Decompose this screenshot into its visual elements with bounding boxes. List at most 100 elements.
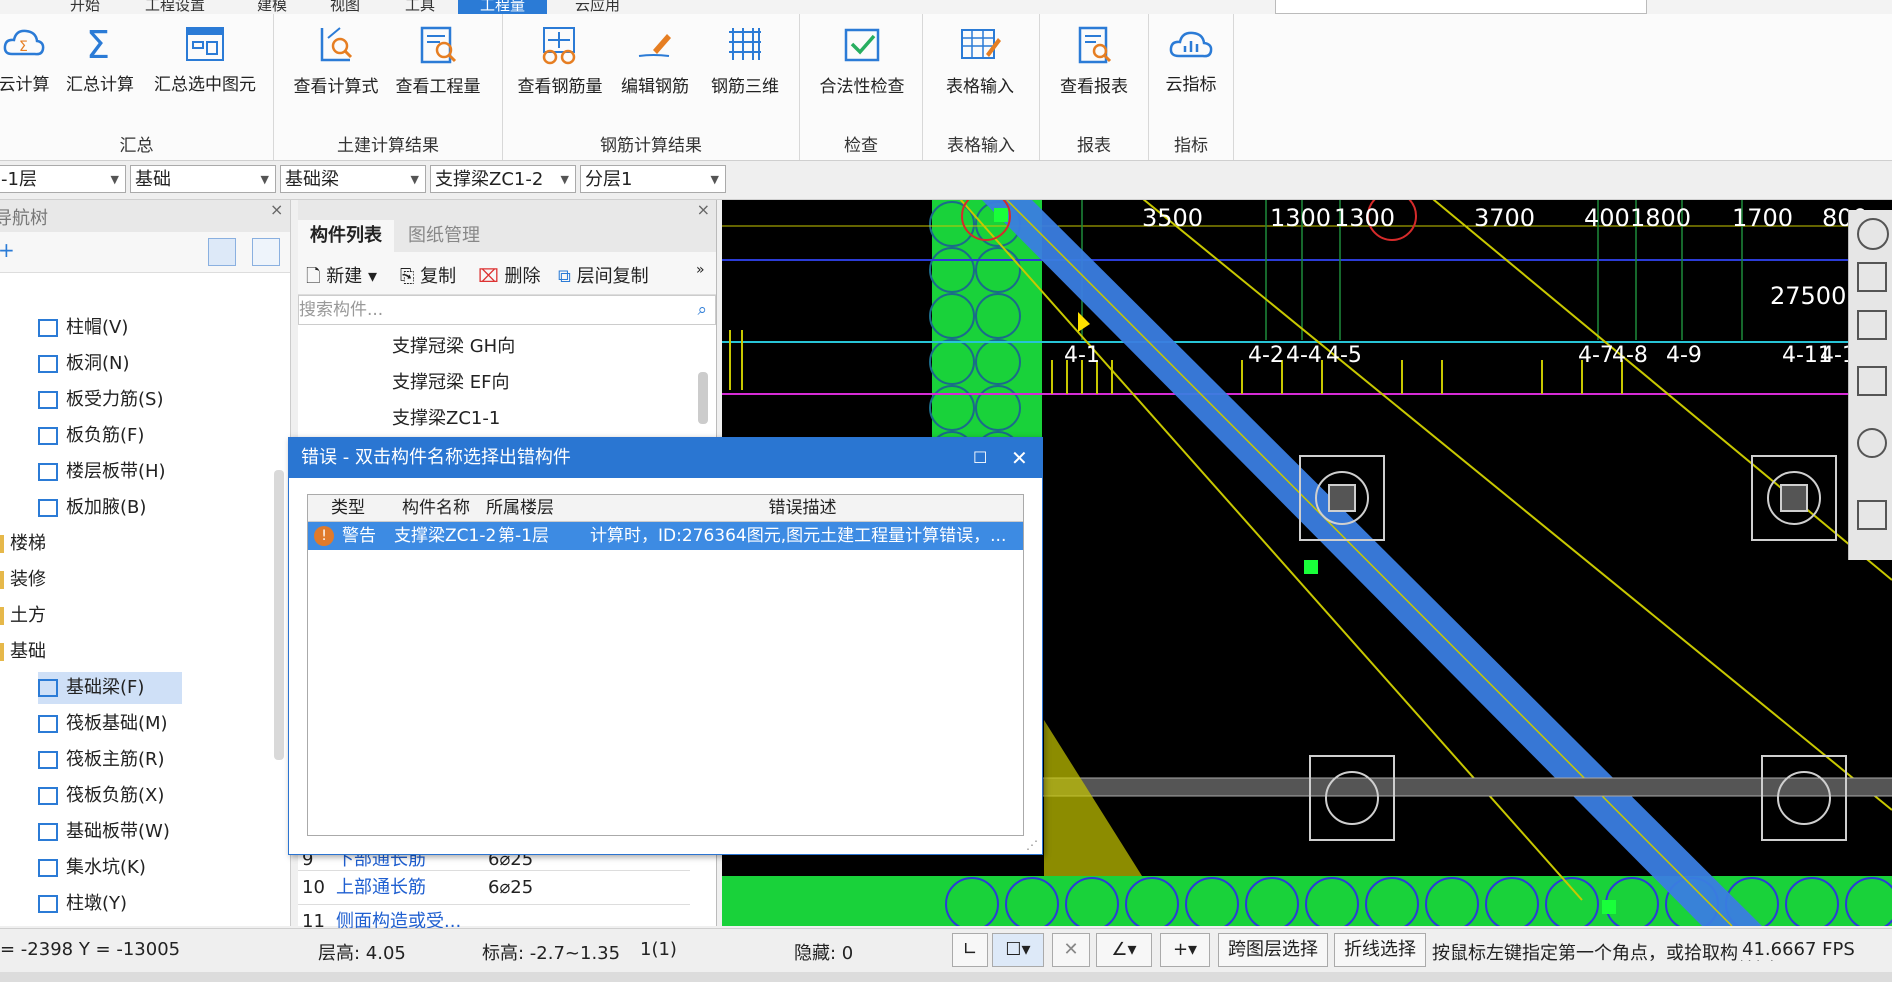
rebar-3d-button[interactable]: 钢筋三维: [703, 24, 787, 112]
ribbon-group-title: 报表: [1077, 136, 1111, 156]
sidebar-item[interactable]: 基础板带(W): [38, 816, 170, 848]
list-item[interactable]: 支撑冠梁 GH向: [392, 332, 515, 358]
sidebar-item[interactable]: 筏板负筋(X): [38, 780, 164, 812]
table-row[interactable]: 10 上部通长筋 6⌀25: [298, 870, 690, 905]
edit-rebar-button[interactable]: 编辑钢筋: [617, 24, 693, 112]
copy-button[interactable]: ⎘ 复制: [400, 262, 456, 288]
component-select[interactable]: 支撑梁ZC1-2 ▼: [430, 165, 576, 193]
close-icon[interactable]: ×: [697, 200, 710, 219]
coordinates: = -2398 Y = -13005: [0, 939, 181, 960]
sidebar-item[interactable]: 基础梁(F): [38, 672, 182, 704]
sidebar-item[interactable]: 板受力筋(S): [38, 384, 163, 416]
legality-check-button[interactable]: 合法性检查: [814, 24, 910, 112]
close-icon[interactable]: ×: [270, 200, 283, 219]
foundation-strip-icon: [38, 823, 58, 841]
svg-text:4-7: 4-7: [1578, 343, 1614, 368]
global-search-input[interactable]: [1275, 0, 1647, 14]
category-select[interactable]: 基础 ▼: [130, 165, 276, 193]
edit-rebar-icon: [638, 34, 671, 57]
sidebar-item[interactable]: 柱墩(Y): [38, 888, 127, 920]
nav-tree-toolbar: +: [0, 232, 290, 273]
cross-button[interactable]: ✕: [1052, 933, 1090, 967]
column-header[interactable]: 类型: [308, 495, 389, 522]
menu-tab-modeling[interactable]: 建模: [257, 0, 287, 14]
settings-view-icon[interactable]: [1857, 500, 1887, 530]
cross-floor-select-button[interactable]: 跨图层选择: [1218, 933, 1328, 967]
sidebar-item[interactable]: 筏板基础(M): [38, 708, 168, 740]
orbit-icon[interactable]: [1857, 218, 1889, 250]
view-quantity-button[interactable]: 查看工程量: [392, 24, 484, 112]
resize-grip-icon[interactable]: ⋰: [1026, 838, 1038, 852]
menu-tab-cloud[interactable]: 云应用: [575, 0, 620, 14]
floor-select[interactable]: -1层 ▼: [0, 165, 126, 193]
raft-neg-rebar-icon: [38, 787, 58, 805]
sidebar-item[interactable]: 基础: [0, 636, 46, 668]
copy-between-floors-button[interactable]: ⧉ 层间复制: [558, 262, 649, 288]
sidebar-item[interactable]: 土方: [0, 600, 46, 632]
menu-tab-project-settings[interactable]: 工程设置: [145, 0, 205, 14]
type-select[interactable]: 基础梁 ▼: [280, 165, 426, 193]
close-icon[interactable]: ✕: [1011, 438, 1028, 478]
rotate-icon[interactable]: [1857, 428, 1887, 458]
chevron-down-icon: ▼: [710, 173, 719, 186]
summary-selected-icon: [186, 27, 224, 61]
scrollbar[interactable]: [698, 372, 708, 424]
menu-tab-tools[interactable]: 工具: [405, 0, 435, 14]
menu-tab-start[interactable]: 开始: [70, 0, 100, 14]
view-formula-button[interactable]: 查看计算式: [290, 24, 382, 112]
more-icon[interactable]: »: [696, 262, 705, 278]
angle-button[interactable]: ∠▾: [1096, 933, 1152, 967]
sidebar-item[interactable]: 板负筋(F): [38, 420, 144, 452]
sidebar-item[interactable]: 楼层板带(H): [38, 456, 166, 488]
view-quantity-icon: [420, 26, 457, 64]
view-report-button[interactable]: 查看报表: [1050, 24, 1138, 112]
list-item[interactable]: 支撑冠梁 EF向: [392, 368, 509, 394]
ribbon-group-table-input: 表格输入 表格输入: [923, 14, 1040, 160]
offset-button[interactable]: +▾: [1160, 933, 1210, 967]
sidebar-item[interactable]: 柱帽(V): [38, 312, 128, 344]
list-view-icon[interactable]: [208, 238, 236, 266]
sidebar-item[interactable]: 集水坑(K): [38, 852, 146, 884]
cloud-index-button[interactable]: 云指标: [1153, 24, 1229, 112]
ortho-button[interactable]: ∟: [952, 933, 988, 967]
plane-view-icon[interactable]: [1857, 366, 1887, 396]
cloud-calc-button[interactable]: Σ 云计算: [0, 24, 54, 112]
maximize-icon[interactable]: ☐: [973, 438, 987, 478]
folder-icon: [0, 607, 4, 625]
table-input-button[interactable]: 表格输入: [935, 24, 1025, 112]
detail-view-icon[interactable]: [252, 238, 280, 266]
column-header[interactable]: 构件名称: [388, 495, 485, 522]
column-header[interactable]: 错误描述: [582, 495, 1023, 522]
component-search-input[interactable]: 搜索构件... ⌕: [298, 295, 716, 325]
polyline-select-button[interactable]: 折线选择: [1334, 933, 1426, 967]
tab-drawing-management[interactable]: 图纸管理: [396, 220, 492, 252]
column-header[interactable]: 所属楼层: [484, 495, 583, 522]
tab-component-list[interactable]: 构件列表: [298, 220, 394, 252]
error-table: 类型 构件名称 所属楼层 错误描述 ! 警告 支撑梁ZC1-2 第-1层 计算时…: [307, 494, 1024, 836]
menu-tab-view[interactable]: 视图: [330, 0, 360, 14]
summary-calc-button[interactable]: Σ 汇总计算: [62, 24, 138, 112]
sidebar-item[interactable]: 楼梯: [0, 528, 46, 560]
new-button[interactable]: 🗋 新建 ▾: [306, 262, 377, 294]
delete-button[interactable]: ⌧ 删除: [478, 262, 540, 288]
folder-icon: [0, 571, 4, 589]
snap-button[interactable]: ☐▾: [992, 933, 1044, 967]
menu-tab-quantities[interactable]: 工程量: [458, 0, 548, 14]
status-bar: = -2398 Y = -13005 层高: 4.05 标高: -2.7~1.3…: [0, 928, 1892, 973]
list-item[interactable]: 支撑梁ZC1-1: [392, 404, 500, 430]
dialog-title-bar[interactable]: 错误 - 双击构件名称选择出错构件 ☐ ✕: [289, 438, 1042, 478]
sidebar-item[interactable]: 板加腋(B): [38, 492, 146, 524]
layer-select[interactable]: 分层1 ▼: [580, 165, 726, 193]
ribbon-group-rebar-results: 查看钢筋量 编辑钢筋 钢筋三维 钢筋计算结果: [503, 14, 800, 160]
view-rebar-qty-button[interactable]: 查看钢筋量: [513, 24, 607, 112]
3d-view-icon[interactable]: [1857, 262, 1887, 292]
sidebar-item[interactable]: 筏板主筋(R): [38, 744, 165, 776]
summary-selected-button[interactable]: 汇总选中图元: [150, 24, 260, 112]
top-view-icon[interactable]: [1857, 310, 1887, 340]
scrollbar[interactable]: [274, 470, 284, 760]
add-icon[interactable]: +: [0, 238, 15, 262]
sidebar-item[interactable]: 装修: [0, 564, 46, 596]
table-row[interactable]: ! 警告 支撑梁ZC1-2 第-1层 计算时，ID:276364图元,图元土建工…: [308, 522, 1023, 550]
view-rebar-qty-icon: [542, 27, 576, 65]
sidebar-item[interactable]: 板洞(N): [38, 348, 130, 380]
